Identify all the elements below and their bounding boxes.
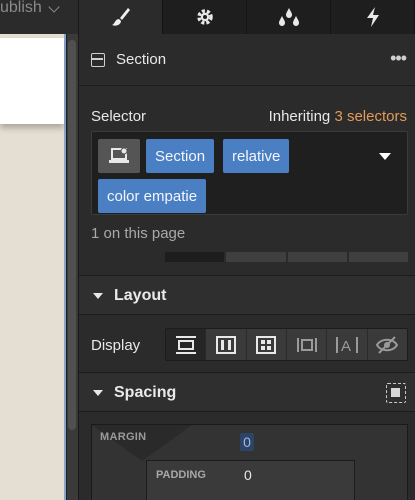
display-block-icon (175, 335, 196, 354)
margin-top-value[interactable]: 0 (240, 433, 254, 451)
display-inline-icon: A (335, 336, 358, 354)
selector-chip-relative[interactable]: relative (223, 139, 290, 173)
selector-chip-section[interactable]: Section (146, 139, 215, 173)
display-block-button[interactable] (166, 329, 207, 360)
element-header: Section ••• (79, 34, 415, 86)
panel-tabbar (79, 0, 415, 34)
display-label: Display (91, 337, 141, 354)
section-icon (91, 53, 105, 67)
selector-label: Selector (91, 108, 147, 125)
eye-off-icon (376, 335, 399, 354)
layout-title: Layout (114, 287, 167, 304)
hidden-row (165, 252, 408, 262)
padding-top-value[interactable]: 0 (244, 467, 252, 483)
laptop-icon (109, 147, 129, 163)
inheriting-selectors-link[interactable]: 3 selectors (334, 108, 407, 125)
chevron-down-icon[interactable] (48, 1, 60, 13)
display-toggle-group: A (165, 328, 408, 361)
margin-box: MARGIN 0 PADDING 0 (91, 424, 408, 500)
inheriting-prefix: Inheriting (268, 108, 331, 125)
tab-drops[interactable] (247, 0, 331, 34)
tab-settings[interactable] (163, 0, 247, 34)
style-panel: Section ••• Selector Inheriting 3 select… (78, 0, 415, 500)
scrollbar-thumb[interactable] (68, 40, 76, 430)
publish-button[interactable]: ublish (0, 0, 42, 16)
inheriting-text: Inheriting 3 selectors (269, 108, 407, 125)
on-page-count: 1 on this page (91, 225, 186, 242)
display-inline-block-icon (296, 337, 317, 352)
selector-chip-color-empatie[interactable]: color empatie (98, 179, 207, 213)
stub-cell (226, 252, 286, 262)
lightning-icon (366, 7, 379, 27)
display-inline-block-button[interactable] (287, 329, 328, 360)
drops-icon (278, 8, 299, 26)
margin-label: MARGIN (100, 431, 147, 443)
more-icon[interactable]: ••• (390, 48, 407, 69)
stub-cell (348, 252, 408, 262)
caret-down-icon (93, 390, 103, 396)
selector-field[interactable]: Section relative color empatie (91, 131, 408, 215)
svg-text:A: A (341, 338, 351, 354)
padding-label: PADDING (156, 469, 206, 481)
display-inline-button[interactable]: A (327, 329, 368, 360)
stub-cell (165, 252, 225, 262)
stub-cell (287, 252, 347, 262)
padding-box: PADDING 0 (146, 460, 355, 500)
display-grid-icon (256, 335, 277, 354)
caret-down-icon[interactable] (379, 153, 391, 160)
paintbrush-icon (111, 8, 130, 26)
selector-state-button[interactable] (98, 139, 140, 173)
display-none-button[interactable] (368, 329, 407, 360)
spacing-preset-icon[interactable] (386, 383, 406, 403)
spacing-section-header[interactable]: Spacing (79, 372, 415, 412)
display-grid-button[interactable] (247, 329, 287, 360)
topbar-area: ublish (0, 0, 78, 34)
display-flex-button[interactable] (206, 329, 247, 360)
caret-down-icon (93, 293, 103, 299)
spacing-title: Spacing (114, 384, 177, 401)
canvas-selected-element[interactable] (0, 38, 64, 124)
tab-style[interactable] (79, 0, 163, 34)
layout-section-header[interactable]: Layout (79, 275, 415, 315)
element-title: Section (116, 51, 167, 68)
tab-interactions[interactable] (331, 0, 415, 34)
gear-icon (196, 9, 213, 25)
display-flex-icon (215, 335, 236, 354)
